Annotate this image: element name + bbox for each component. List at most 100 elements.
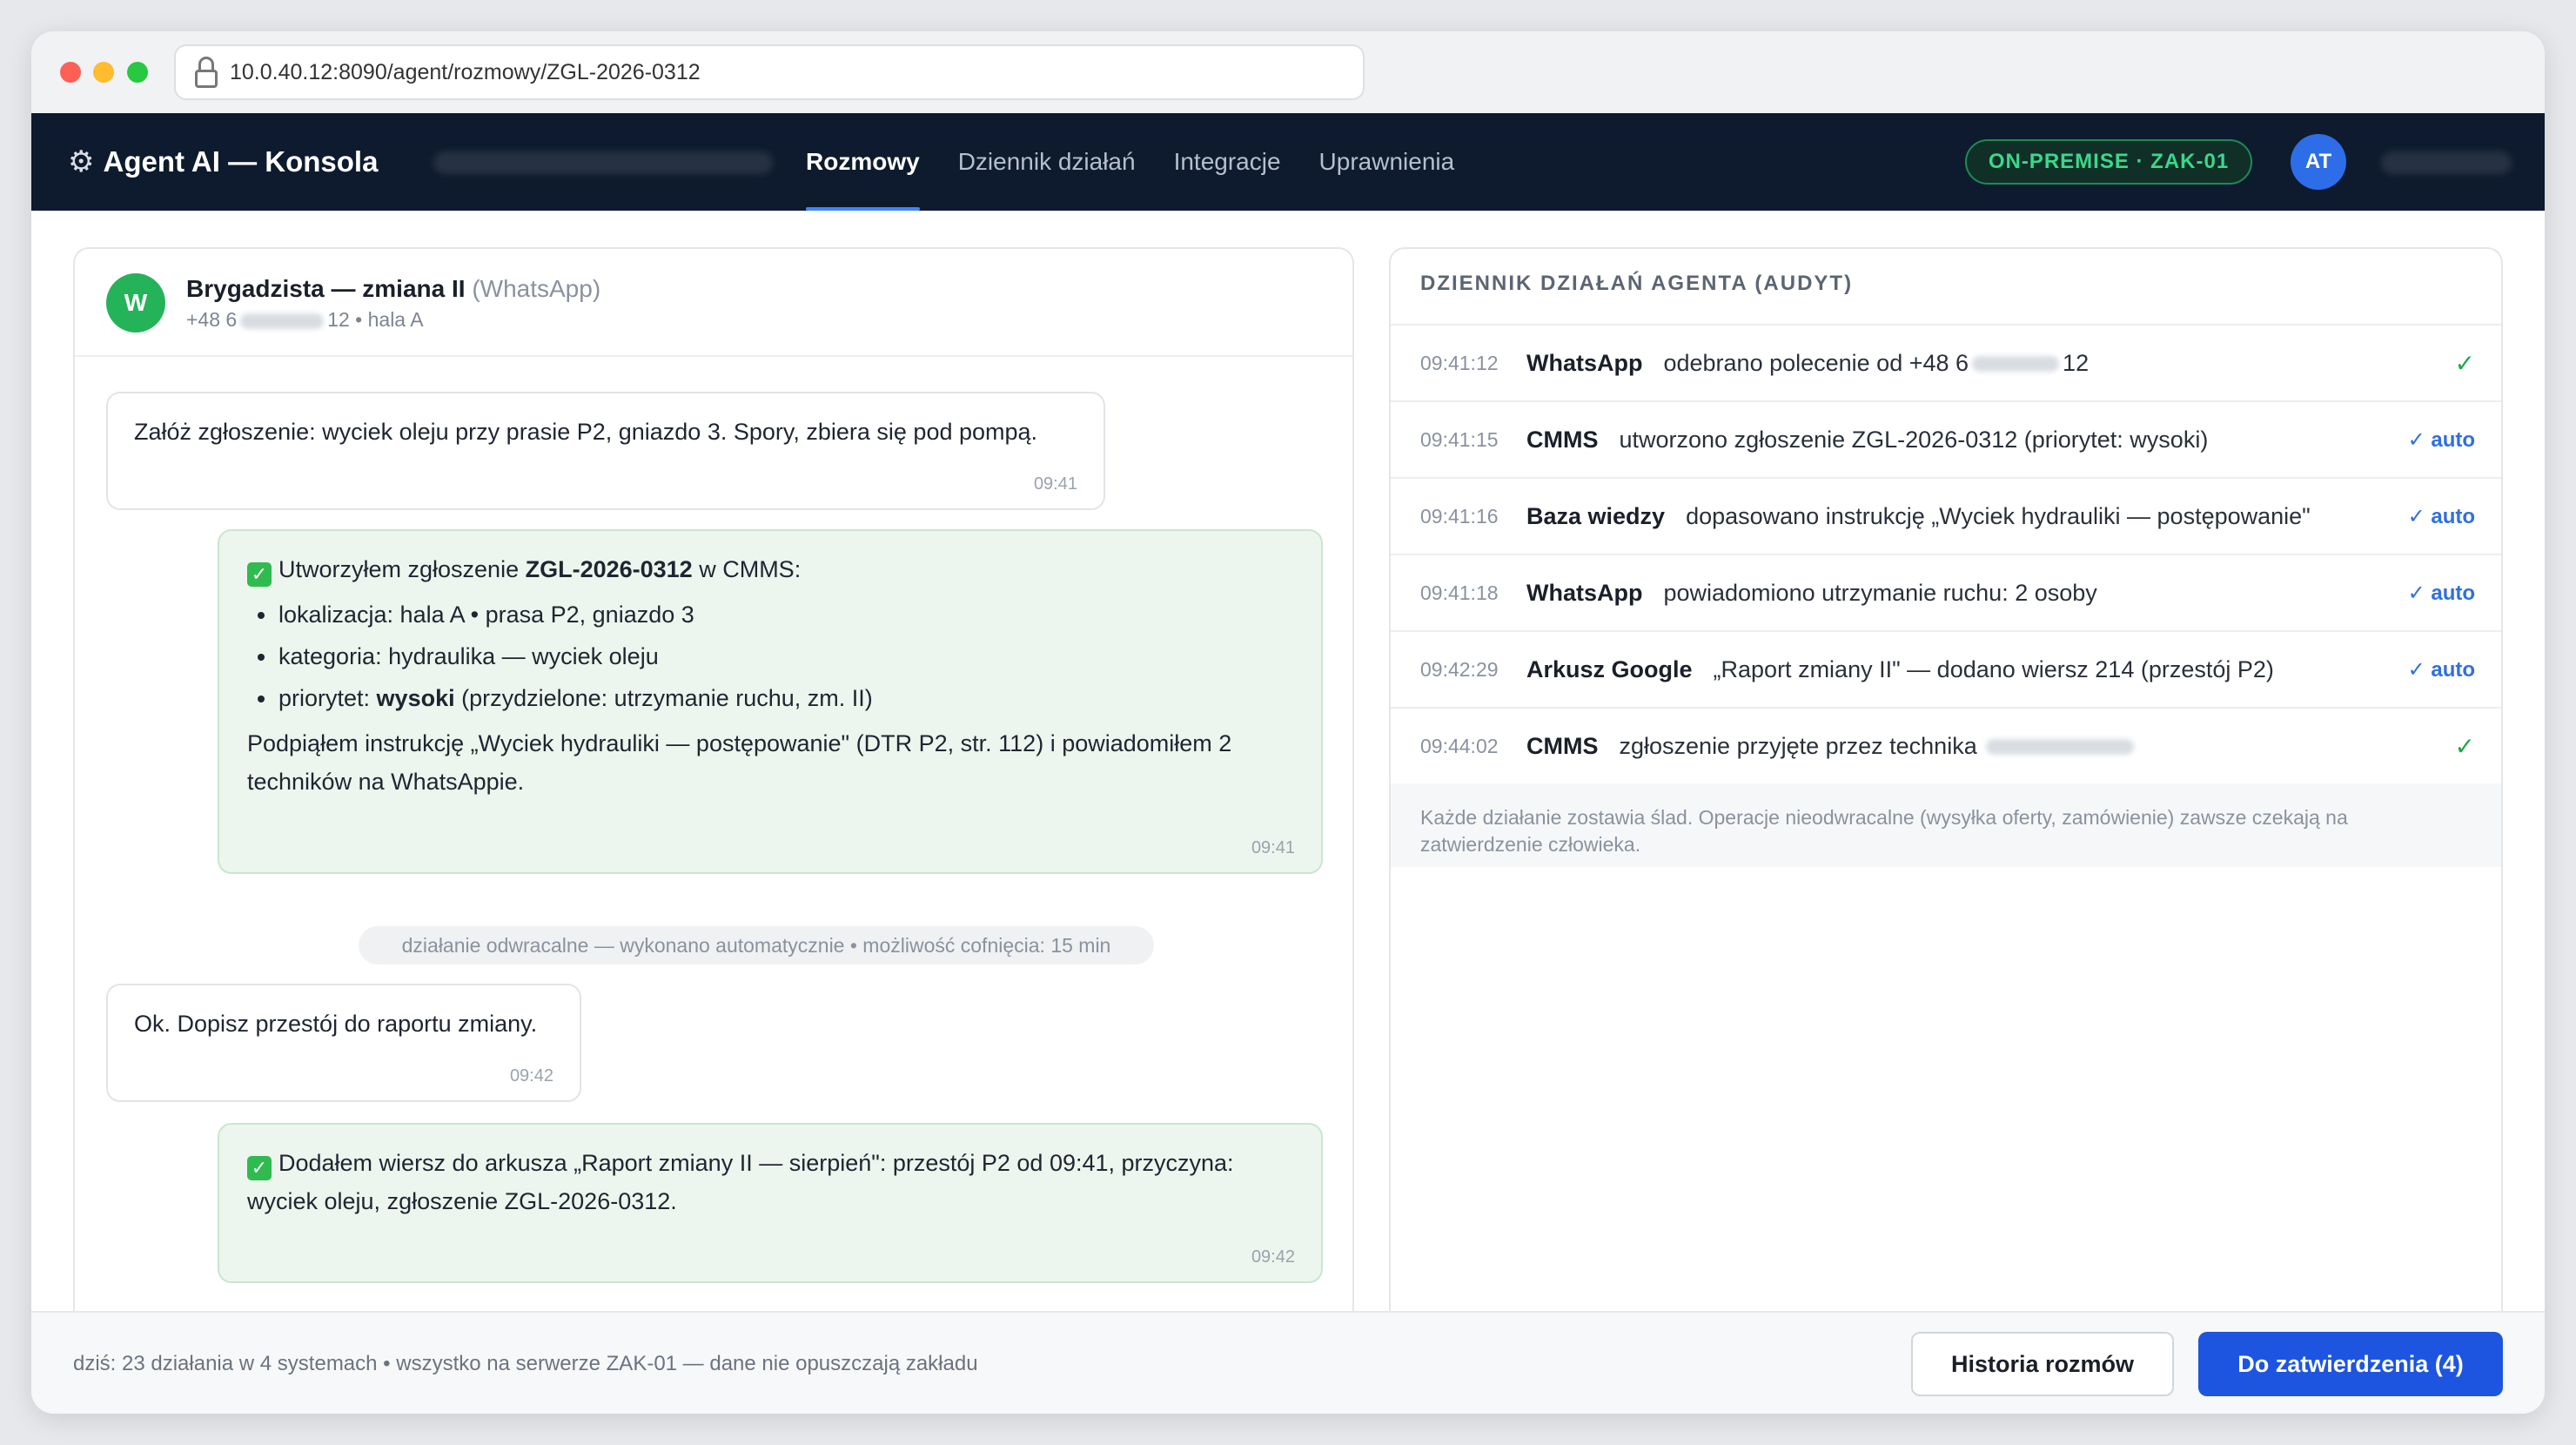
intro-before: Utworzyłem zgłoszenie [278, 556, 526, 582]
user-message: Ok. Dopisz przestój do raportu zmiany. 0… [106, 984, 581, 1102]
redacted-phone [1972, 356, 2060, 373]
minimize-window-button[interactable] [93, 62, 114, 83]
user-avatar[interactable]: AT [2291, 134, 2346, 190]
redacted-phone [240, 313, 325, 329]
message-intro: ✓ Utworzyłem zgłoszenie ZGL-2026-0312 w C… [247, 550, 1293, 588]
priority-label: priorytet: [278, 685, 377, 711]
audit-note: Każde działanie zostawia ślad. Operacje … [1391, 783, 2501, 867]
close-window-button[interactable] [60, 62, 81, 83]
tab-integracje[interactable]: Integracje [1174, 113, 1281, 211]
audit-system: Baza wiedzy [1526, 502, 1666, 529]
audit-description: utworzono zgłoszenie ZGL-2026-0312 (prio… [1619, 426, 2209, 453]
message-closing: Podpiąłem instrukcję „Wyciek hydrauliki … [247, 730, 1232, 795]
address-bar[interactable]: 10.0.40.12:8090/agent/rozmowy/ZGL-2026-0… [174, 44, 1365, 100]
tab-dziennik[interactable]: Dziennik działań [958, 113, 1136, 211]
audit-desc-after: 12 [2063, 349, 2090, 376]
audit-description: odebrano polecenie od +48 6 12 [1663, 350, 2089, 377]
brand[interactable]: ⚙ Agent AI — Konsola [68, 113, 378, 211]
audit-row[interactable]: 09:41:16 Baza wiedzy dopasowano instrukc… [1391, 479, 2501, 555]
redacted-company-name [433, 151, 773, 174]
footer-summary: dziś: 23 działania w 4 systemach • wszys… [73, 1352, 978, 1375]
message-body: Dodałem wiersz do arkusza „Raport zmiany… [247, 1150, 1234, 1214]
priority-assignee: (przydzielone: utrzymanie ruchu, zm. II) [454, 685, 873, 711]
url-text: 10.0.40.12:8090/agent/rozmowy/ZGL-2026-0… [230, 59, 701, 84]
audit-panel: DZIENNIK DZIAŁAŃ AGENTA (AUDYT) 09:41:12… [1389, 247, 2503, 1388]
audit-system: WhatsApp [1526, 349, 1643, 376]
message-text: Załóż zgłoszenie: wyciek oleju przy pras… [134, 419, 1038, 445]
audit-time: 09:41:12 [1420, 351, 1499, 374]
check-icon: ✓ [247, 562, 272, 587]
intro-after: w CMMS: [692, 556, 802, 582]
audit-description: powiadomiono utrzymanie ruchu: 2 osoby [1663, 579, 2097, 606]
browser-chrome: 10.0.40.12:8090/agent/rozmowy/ZGL-2026-0… [31, 31, 2545, 113]
message-time: 09:42 [509, 1066, 553, 1085]
audit-system: WhatsApp [1526, 579, 1643, 606]
redacted-technician-name [1985, 739, 2134, 756]
contact-name: Brygadzista — zmiana II (WhatsApp) [186, 275, 600, 303]
list-item: priorytet: wysoki (przydzielone: utrzyma… [247, 677, 1293, 719]
contact-phone-prefix: +48 6 [186, 308, 238, 331]
message-time: 09:41 [1033, 474, 1077, 494]
conversation-header: W Brygadzista — zmiana II (WhatsApp) +48… [75, 249, 1352, 357]
audit-description: „Raport zmiany II" — dodano wiersz 214 (… [1713, 655, 2274, 682]
audit-row[interactable]: 09:42:29 Arkusz Google „Raport zmiany II… [1391, 632, 2501, 709]
status-auto-badge: ✓ auto [2407, 504, 2475, 528]
gear-icon: ⚙ [68, 145, 95, 178]
system-note: działanie odwracalne — wykonano automaty… [359, 926, 1154, 964]
main-nav: Rozmowy Dziennik działań Integracje Upra… [806, 113, 1493, 211]
environment-badge: ON-PREMISE · ZAK-01 [1965, 139, 2252, 185]
message-text: Ok. Dopisz przestój do raportu zmiany. [134, 1011, 538, 1037]
audit-time: 09:42:29 [1420, 657, 1499, 681]
status-ok-icon: ✓ [2454, 732, 2475, 760]
audit-row[interactable]: 09:44:02 CMMS zgłoszenie przyjęte przez … [1391, 709, 2501, 785]
ticket-details-list: lokalizacja: hala A • prasa P2, gniazdo … [247, 594, 1293, 719]
contact-details: +48 6 12 • hala A [186, 308, 424, 332]
history-button[interactable]: Historia rozmów [1911, 1332, 2174, 1396]
audit-desc-text: zgłoszenie przyjęte przez technika [1619, 732, 1977, 759]
audit-desc-before: odebrano polecenie od +48 6 [1663, 349, 1969, 376]
lock-icon [195, 57, 218, 88]
redacted-user-name [2381, 151, 2512, 174]
audit-time: 09:41:15 [1420, 427, 1499, 451]
contact-name-text: Brygadzista — zmiana II [186, 275, 466, 302]
status-auto-badge: ✓ auto [2407, 657, 2475, 682]
user-message: Załóż zgłoszenie: wyciek oleju przy pras… [106, 392, 1105, 510]
approve-queue-button[interactable]: Do zatwierdzenia (4) [2198, 1332, 2503, 1396]
check-icon: ✓ [247, 1156, 272, 1180]
audit-row[interactable]: 09:41:18 WhatsApp powiadomiono utrzymani… [1391, 555, 2501, 632]
priority-value: wysoki [376, 685, 455, 711]
status-auto-badge: ✓ auto [2407, 427, 2475, 452]
tab-uprawnienia[interactable]: Uprawnienia [1319, 113, 1455, 211]
app-title: Agent AI — Konsola [103, 145, 379, 178]
audit-title: DZIENNIK DZIAŁAŃ AGENTA (AUDYT) [1420, 272, 1854, 295]
footer-bar: dziś: 23 działania w 4 systemach • wszys… [31, 1311, 2545, 1414]
audit-description: zgłoszenie przyjęte przez technika [1620, 733, 2137, 760]
audit-system: CMMS [1526, 426, 1599, 453]
agent-message: ✓ Utworzyłem zgłoszenie ZGL-2026-0312 w C… [218, 529, 1323, 874]
audit-time: 09:41:18 [1420, 581, 1499, 604]
agent-message: ✓ Dodałem wiersz do arkusza „Raport zmian… [218, 1123, 1323, 1283]
app-header: ⚙ Agent AI — Konsola Rozmowy Dziennik dz… [31, 113, 2545, 211]
contact-avatar: W [106, 273, 165, 333]
contact-source: (WhatsApp) [472, 275, 601, 302]
list-item: kategoria: hydraulika — wyciek oleju [247, 635, 1293, 677]
maximize-window-button[interactable] [127, 62, 148, 83]
contact-phone-suffix: 12 • hala A [327, 308, 424, 331]
audit-log: 09:41:12 WhatsApp odebrano polecenie od … [1391, 324, 2501, 785]
audit-time: 09:41:16 [1420, 504, 1499, 528]
status-ok-icon: ✓ [2454, 349, 2475, 377]
message-time: 09:42 [1251, 1247, 1295, 1267]
audit-system: Arkusz Google [1526, 655, 1693, 682]
status-auto-badge: ✓ auto [2407, 581, 2475, 605]
ticket-id: ZGL-2026-0312 [525, 556, 693, 582]
audit-row[interactable]: 09:41:12 WhatsApp odebrano polecenie od … [1391, 326, 2501, 402]
audit-time: 09:44:02 [1420, 734, 1499, 757]
audit-row[interactable]: 09:41:15 CMMS utworzono zgłoszenie ZGL-2… [1391, 402, 2501, 479]
message-time: 09:41 [1251, 838, 1295, 857]
tab-rozmowy[interactable]: Rozmowy [806, 113, 920, 211]
audit-system: CMMS [1526, 732, 1599, 759]
message-text: ✓ Dodałem wiersz do arkusza „Raport zmian… [247, 1144, 1293, 1220]
list-item: lokalizacja: hala A • prasa P2, gniazdo … [247, 594, 1293, 635]
audit-description: dopasowano instrukcję „Wyciek hydrauliki… [1686, 502, 2311, 529]
conversation-panel: W Brygadzista — zmiana II (WhatsApp) +48… [73, 247, 1354, 1388]
